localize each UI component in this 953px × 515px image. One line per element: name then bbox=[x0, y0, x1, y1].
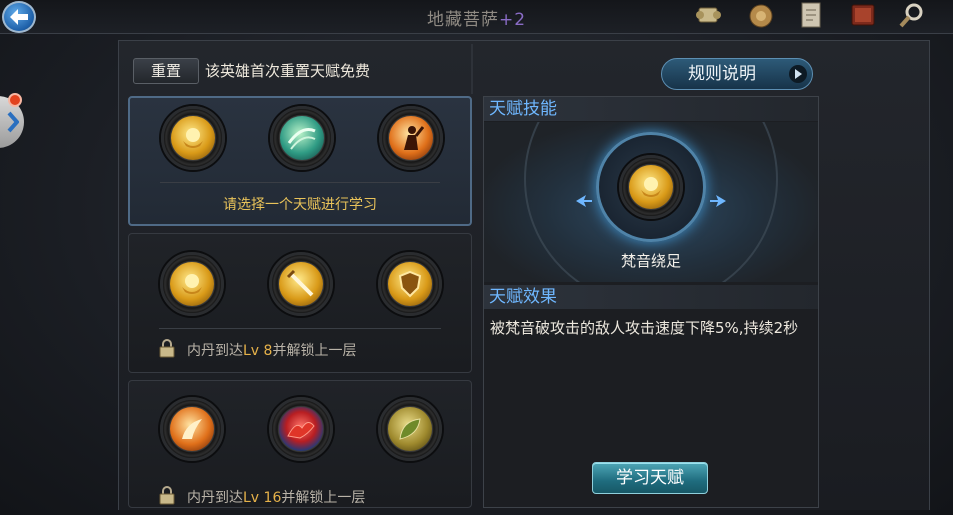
hero-name: 地藏菩萨 bbox=[426, 10, 499, 30]
talent-detail-panel: 天赋技能 梵音绕足 天赋效果 被梵音破攻击的敌人攻击速度下降5%,持续2秒 bbox=[483, 96, 819, 508]
tier-prompt: 请选择一个天赋进行学习 bbox=[223, 197, 377, 213]
chevron-right-icon bbox=[7, 111, 19, 133]
talent-slot[interactable] bbox=[161, 106, 225, 170]
phoenix-icon bbox=[170, 407, 214, 451]
rules-button-label: 规则说明 bbox=[688, 64, 756, 84]
play-arrow-icon bbox=[789, 65, 807, 83]
lock-icon bbox=[159, 339, 175, 358]
talent-slot[interactable] bbox=[269, 397, 333, 461]
unlock-suffix: 并解锁上一层 bbox=[272, 343, 357, 359]
selected-talent-emblem bbox=[619, 155, 683, 219]
talent-tier-2: 内丹到达Lv 8并解锁上一层 bbox=[128, 233, 472, 373]
tier-separator bbox=[159, 328, 441, 329]
red-dragon-icon bbox=[279, 407, 323, 451]
reset-hint-text: 该英雄首次重置天赋免费 bbox=[205, 62, 371, 80]
talent-slot[interactable] bbox=[160, 252, 224, 316]
skill-emblem-area: 梵音绕足 bbox=[484, 122, 818, 282]
scroll-icon[interactable] bbox=[694, 0, 724, 30]
golden-hand-icon bbox=[170, 262, 214, 306]
top-bar: 地藏菩萨+2 bbox=[0, 0, 953, 34]
sword-icon bbox=[279, 262, 323, 306]
frame-divider bbox=[471, 44, 473, 94]
unlock-requirement: 内丹到达Lv 16并解锁上一层 bbox=[187, 487, 365, 507]
unlock-prefix: 内丹到达 bbox=[187, 343, 243, 359]
book-icon[interactable] bbox=[848, 0, 878, 30]
unlock-requirement: 内丹到达Lv 8并解锁上一层 bbox=[187, 340, 356, 360]
unlock-prefix: 内丹到达 bbox=[187, 490, 243, 506]
reset-button[interactable]: 重置 bbox=[133, 58, 199, 84]
document-icon[interactable] bbox=[797, 0, 827, 30]
green-wind-icon bbox=[280, 116, 324, 160]
notification-dot bbox=[8, 93, 22, 107]
left-wing-icon bbox=[576, 195, 592, 207]
talent-slot[interactable] bbox=[379, 106, 443, 170]
search-icon[interactable] bbox=[897, 0, 927, 30]
skill-section-header: 天赋技能 bbox=[484, 97, 818, 121]
lock-icon bbox=[159, 486, 175, 505]
golden-hand-icon bbox=[171, 116, 215, 160]
golden-hand-icon bbox=[629, 165, 673, 209]
coin-bag-icon[interactable] bbox=[746, 0, 776, 30]
hero-rank: +2 bbox=[498, 10, 527, 30]
effect-section-header: 天赋效果 bbox=[484, 285, 818, 309]
right-wing-icon bbox=[710, 195, 726, 207]
talent-tier-1: 请选择一个天赋进行学习 bbox=[128, 96, 472, 226]
fire-figure-icon bbox=[389, 116, 433, 160]
shield-icon bbox=[388, 262, 432, 306]
talent-slot[interactable] bbox=[270, 106, 334, 170]
learn-talent-button[interactable]: 学习天赋 bbox=[592, 462, 708, 494]
talent-slot[interactable] bbox=[378, 397, 442, 461]
talent-slot[interactable] bbox=[160, 397, 224, 461]
unlock-level: Lv 16 bbox=[243, 490, 282, 506]
unlock-suffix: 并解锁上一层 bbox=[281, 490, 366, 506]
skill-name: 梵音绕足 bbox=[620, 252, 681, 270]
talent-slot[interactable] bbox=[378, 252, 442, 316]
unlock-level: Lv 8 bbox=[243, 343, 273, 359]
effect-description: 被梵音破攻击的敌人攻击速度下降5%,持续2秒 bbox=[490, 319, 799, 337]
rules-button[interactable]: 规则说明 bbox=[661, 58, 813, 90]
tier-separator bbox=[160, 182, 440, 183]
talent-tier-3: 内丹到达Lv 16并解锁上一层 bbox=[128, 380, 472, 508]
leaf-icon bbox=[388, 407, 432, 451]
talent-slot[interactable] bbox=[269, 252, 333, 316]
